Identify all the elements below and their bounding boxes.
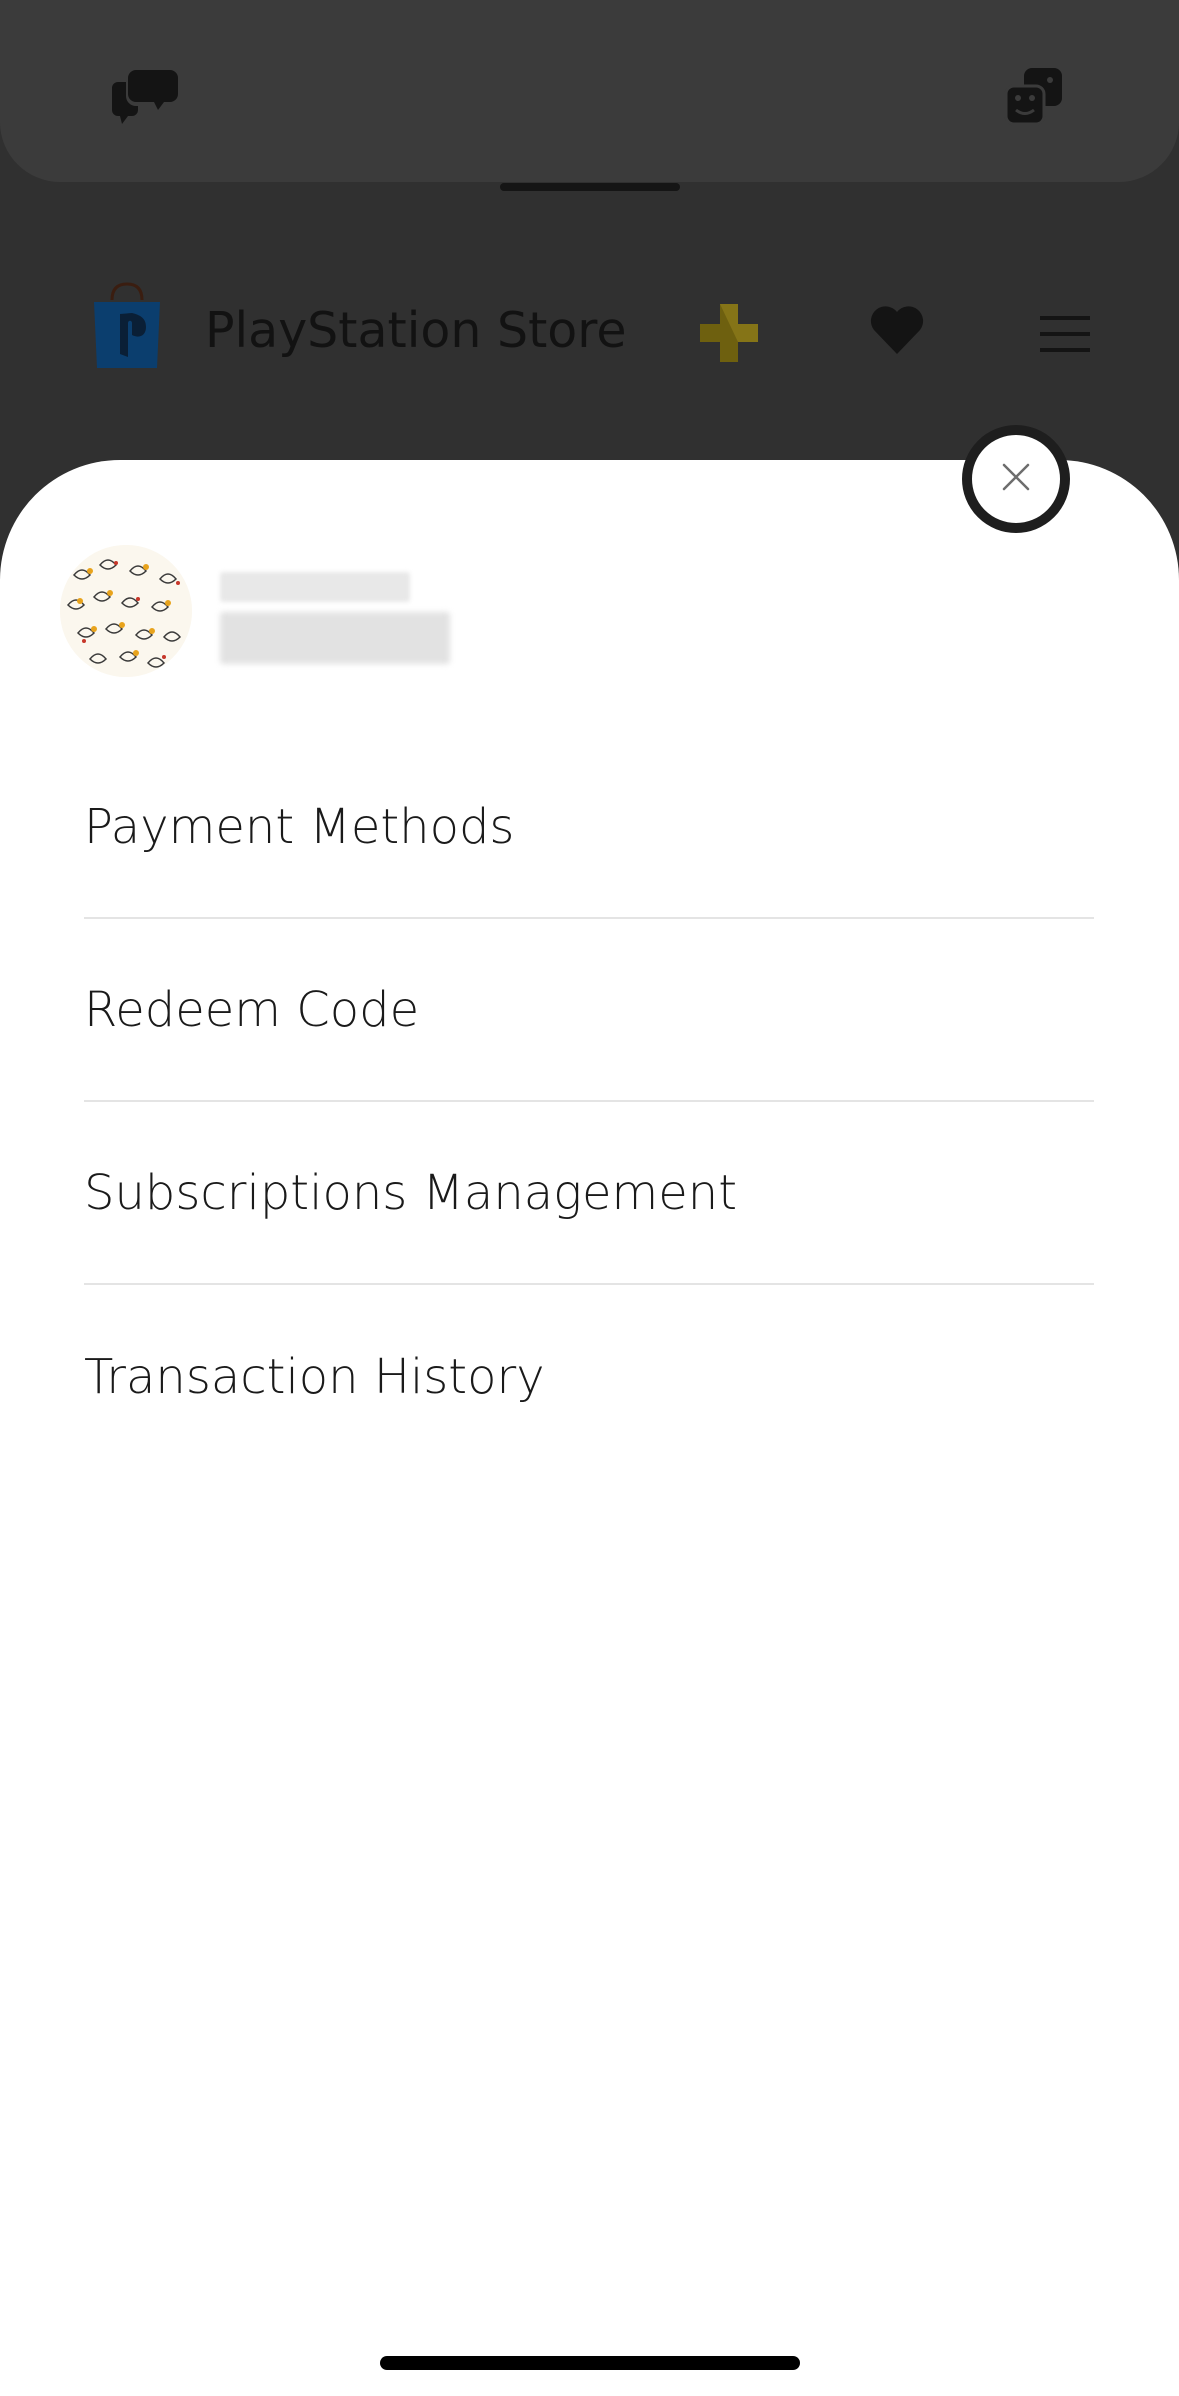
menu-item-redeem-code[interactable]: Redeem Code	[84, 919, 1094, 1102]
menu-item-label: Redeem Code	[84, 981, 420, 1038]
account-menu: Payment Methods Redeem Code Subscription…	[84, 736, 1094, 1468]
close-icon	[1001, 462, 1031, 497]
menu-item-label: Subscriptions Management	[84, 1164, 738, 1221]
menu-item-label: Payment Methods	[84, 798, 515, 855]
menu-item-transaction-history[interactable]: Transaction History	[84, 1285, 1094, 1468]
hamburger-menu-icon[interactable]	[1040, 316, 1090, 357]
chat-icon[interactable]	[110, 68, 180, 129]
menu-item-payment-methods[interactable]: Payment Methods	[84, 736, 1094, 919]
redacted-username	[220, 572, 410, 602]
playstation-store-icon	[90, 280, 164, 375]
menu-item-subscriptions-management[interactable]: Subscriptions Management	[84, 1102, 1094, 1285]
grabber-handle[interactable]	[500, 183, 680, 191]
avatar[interactable]	[60, 545, 192, 677]
redacted-account-id	[220, 612, 450, 664]
menu-item-label: Transaction History	[84, 1348, 545, 1405]
close-button[interactable]	[962, 425, 1070, 533]
top-bar	[0, 0, 1179, 182]
wishlist-heart-icon[interactable]	[870, 306, 924, 361]
ps-plus-icon[interactable]	[698, 302, 760, 369]
home-indicator[interactable]	[380, 2356, 800, 2370]
game-icon[interactable]	[1004, 66, 1064, 131]
store-title: PlayStation Store	[205, 302, 627, 359]
